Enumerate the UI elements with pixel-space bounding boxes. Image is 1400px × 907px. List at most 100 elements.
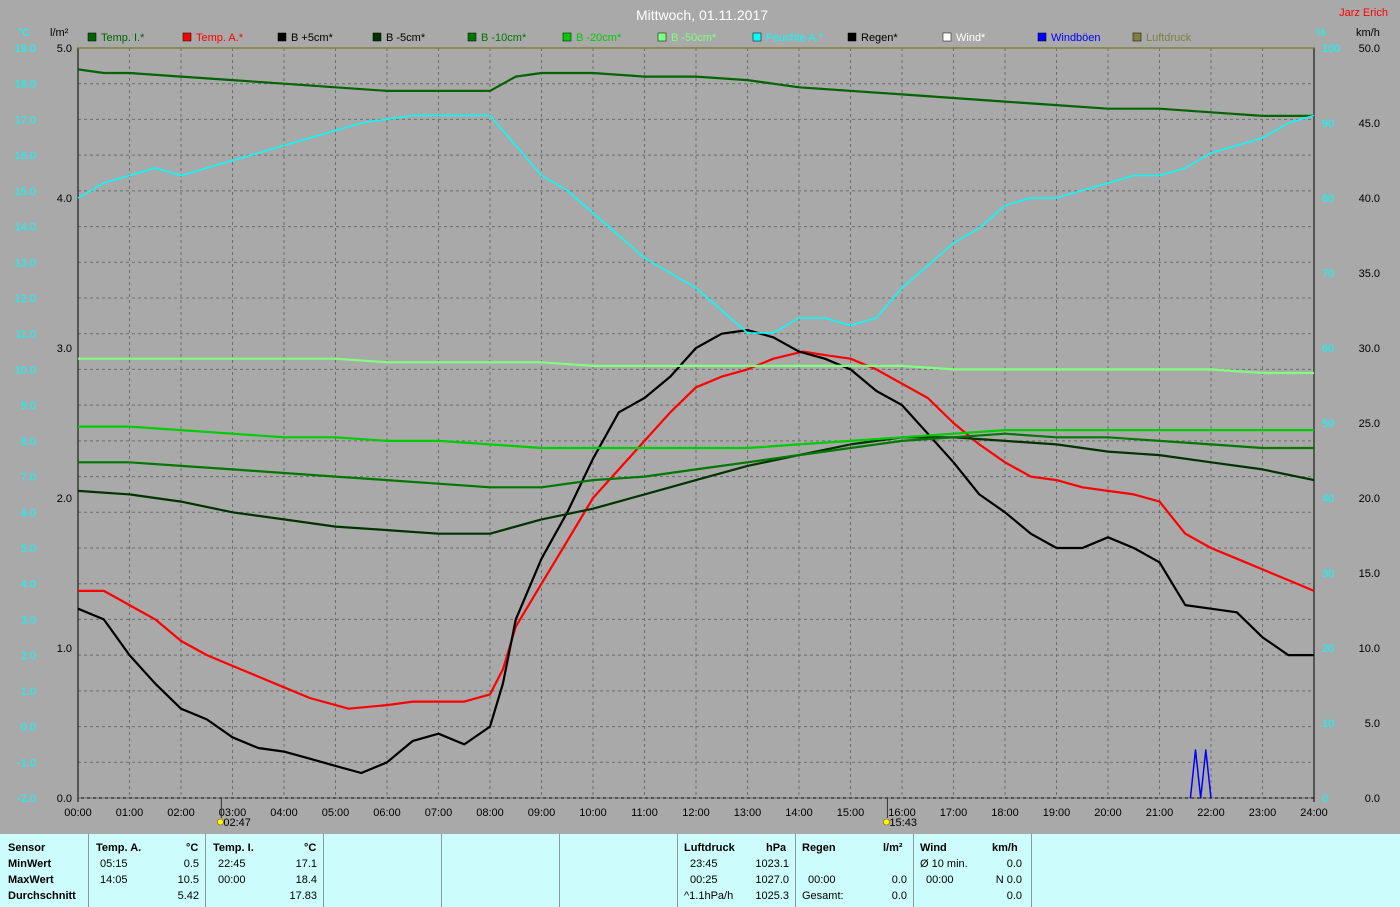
legend-label: Wind*: [956, 32, 986, 44]
header-luftdruck: Luftdruck: [684, 842, 735, 854]
temp-tick-label: -2.0: [17, 793, 36, 805]
legend-swatch: [847, 32, 857, 42]
chart-legend: Temp. I.* Temp. A.* B +5cm* B -5cm* B -10cm*…: [87, 32, 1192, 44]
legend-swatch: [1037, 32, 1047, 42]
x-tick-label: 24:00: [1300, 807, 1328, 819]
temp-tick-label: 18.0: [15, 79, 36, 91]
luftdruck-max-time: 00:25: [690, 874, 718, 886]
kmh-tick-label: 0.0: [1365, 793, 1380, 805]
x-tick-label: 12:00: [682, 807, 710, 819]
legend-swatch: [182, 32, 192, 42]
weather-chart: Mittwoch, 01.11.2017 Jarz Erich °C l/m² …: [15, 7, 1388, 829]
temp-axis-unit: °C: [18, 27, 30, 39]
kmh-tick-label: 20.0: [1359, 493, 1380, 505]
pct-tick-label: 10: [1322, 718, 1334, 730]
x-tick-label: 07:00: [425, 807, 453, 819]
temp-tick-label: 10.0: [15, 364, 36, 376]
x-tick-label: 09:00: [528, 807, 556, 819]
rain-tick-label: 3.0: [57, 343, 72, 355]
luftdruck-avg-value: 1025.3: [755, 890, 789, 902]
temp-tick-label: 4.0: [21, 579, 36, 591]
temp-tick-label: 7.0: [21, 472, 36, 484]
temp-a-max-value: 10.5: [177, 874, 199, 886]
kmh-tick-label: 5.0: [1365, 718, 1380, 730]
legend-label: Luftdruck: [1146, 32, 1192, 44]
temp-tick-label: 14.0: [15, 222, 36, 234]
wind-min-value: 0.0: [1006, 858, 1022, 870]
x-tick-label: 22:00: [1197, 807, 1225, 819]
temp-tick-label: 16.0: [15, 150, 36, 162]
row-label-max: MaxWert: [8, 874, 54, 886]
temp-a-min-value: 0.5: [183, 858, 199, 870]
header-sensor: Sensor: [8, 842, 46, 854]
legend-swatch: [87, 32, 97, 42]
kmh-tick-label: 30.0: [1359, 343, 1380, 355]
temp-tick-label: 9.0: [21, 400, 36, 412]
header-temp-a-unit: °C: [186, 842, 199, 854]
x-tick-label: 01:00: [116, 807, 144, 819]
wind-max-value: N 0.0: [995, 874, 1022, 886]
x-tick-label: 23:00: [1249, 807, 1277, 819]
luftdruck-min-value: 1023.1: [755, 858, 789, 870]
rain-tick-label: 0.0: [57, 793, 72, 805]
regen-max-value: 0.0: [891, 874, 907, 886]
x-tick-label: 11:00: [631, 807, 658, 819]
pct-tick-label: 90: [1322, 118, 1334, 130]
legend-label: B -5cm*: [386, 32, 426, 44]
chart-title: Mittwoch, 01.11.2017: [636, 7, 768, 23]
x-tick-label: 14:00: [785, 807, 813, 819]
temp-i-min-value: 17.1: [295, 858, 317, 870]
pct-axis-unit: %: [1316, 27, 1326, 39]
kmh-tick-label: 40.0: [1359, 193, 1380, 205]
pct-tick-label: 40: [1322, 493, 1334, 505]
temp-tick-label: 2.0: [21, 650, 36, 662]
pct-tick-label: 100: [1322, 43, 1340, 55]
temp-i-avg-value: 17.83: [289, 890, 317, 902]
luftdruck-max-value: 1027.0: [755, 874, 789, 886]
kmh-tick-label: 50.0: [1359, 43, 1380, 55]
legend-swatch: [752, 32, 762, 42]
legend-label: Temp. I.*: [101, 32, 145, 44]
x-tick-label: 13:00: [734, 807, 762, 819]
luftdruck-min-time: 23:45: [690, 858, 718, 870]
header-regen: Regen: [802, 842, 836, 854]
pct-tick-label: 80: [1322, 193, 1334, 205]
regen-max-time: 00:00: [808, 874, 836, 886]
temp-tick-label: 6.0: [21, 507, 36, 519]
regen-total-value: 0.0: [891, 890, 907, 902]
rain-axis-unit: l/m²: [50, 27, 69, 39]
kmh-tick-label: 15.0: [1359, 568, 1380, 580]
temp-i-max-value: 18.4: [295, 874, 317, 886]
wind-min-label: Ø 10 min.: [920, 858, 968, 870]
x-tick-label: 17:00: [940, 807, 968, 819]
x-tick-label: 00:00: [64, 807, 92, 819]
legend-swatch: [1132, 32, 1142, 42]
legend-label: Windböen: [1051, 32, 1101, 44]
temp-tick-label: 17.0: [15, 114, 36, 126]
rain-tick-label: 2.0: [57, 493, 72, 505]
temp-tick-label: 1.0: [21, 686, 36, 698]
pct-tick-label: 20: [1322, 643, 1334, 655]
header-regen-unit: l/m²: [883, 842, 903, 854]
temp-tick-label: 5.0: [21, 543, 36, 555]
regen-total-label: Gesamt:: [802, 890, 844, 902]
temp-tick-label: 19.0: [15, 43, 36, 55]
temp-tick-label: 11.0: [15, 329, 36, 341]
pct-tick-label: 30: [1322, 568, 1334, 580]
temp-i-min-time: 22:45: [218, 858, 246, 870]
temp-i-max-time: 00:00: [218, 874, 246, 886]
luftdruck-trend: ^1.1hPa/h: [684, 890, 734, 902]
x-tick-label: 05:00: [322, 807, 350, 819]
temp-tick-label: 13.0: [15, 257, 36, 269]
legend-swatch: [467, 32, 477, 42]
legend-swatch: [562, 32, 572, 42]
pct-tick-label: 50: [1322, 418, 1334, 430]
legend-swatch: [372, 32, 382, 42]
sunrise-marker-time: 02:47: [223, 817, 251, 829]
row-label-min: MinWert: [8, 858, 52, 870]
kmh-tick-label: 25.0: [1359, 418, 1380, 430]
temp-tick-label: 12.0: [15, 293, 36, 305]
x-tick-label: 08:00: [476, 807, 504, 819]
legend-label: B -20cm*: [576, 32, 622, 44]
legend-swatch: [942, 32, 952, 42]
